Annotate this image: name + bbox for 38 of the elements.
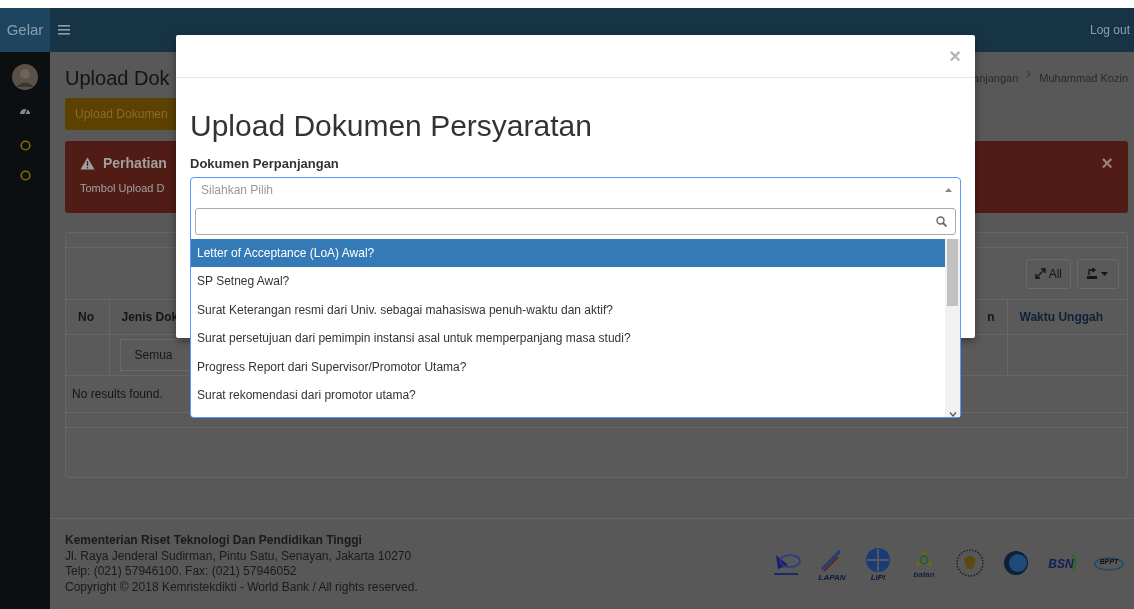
column-header[interactable]: Waktu Unggah bbox=[1007, 299, 1127, 335]
scrollbar[interactable] bbox=[945, 238, 960, 417]
search-icon bbox=[936, 215, 947, 227]
placeholder-text: Silahkan Pilih bbox=[201, 181, 274, 199]
dropdown-option[interactable]: Letter of Acceptance (LoA) Awal? bbox=[191, 238, 945, 267]
brand-title[interactable]: Gelar bbox=[0, 8, 50, 52]
export-icon bbox=[1086, 267, 1098, 280]
search-field[interactable] bbox=[195, 207, 956, 235]
dropdown-option[interactable]: Surat rekomendasi dari promotor utama? bbox=[191, 381, 945, 410]
field-label: Dokumen Perpanjangan bbox=[190, 155, 340, 173]
dropdown-option[interactable]: Surat Keterangan resmi dari Univ. sebagai mahasiswa penuh-waktu dan aktif? bbox=[191, 295, 945, 324]
scroll-down-icon[interactable] bbox=[948, 411, 957, 417]
footer-text: Telp: (021) 57946100. Fax: (021) 57946052 bbox=[65, 564, 298, 580]
caret-icon bbox=[1101, 271, 1108, 276]
alert-title: Perhatian bbox=[103, 154, 167, 173]
toggle-all-button[interactable]: All bbox=[1025, 258, 1071, 289]
alert-text: Tombol Upload D bbox=[80, 181, 166, 196]
select-field[interactable]: Silahkan Pilih bbox=[190, 176, 961, 203]
close-button[interactable]: × bbox=[949, 46, 961, 66]
chevron-icon bbox=[1026, 69, 1032, 78]
footer-text: Jl. Raya Jenderal Sudirman, Pintu Satu, Senayan, Jakarta 10270 bbox=[65, 548, 413, 564]
footer-text: Copyright © 2018 Kemristekdikti - World Bank / All rights reserved. bbox=[65, 579, 418, 595]
column-header: No bbox=[66, 299, 109, 335]
avatar-icon[interactable] bbox=[11, 63, 39, 91]
expand-icon bbox=[1034, 268, 1046, 279]
export-button[interactable] bbox=[1077, 258, 1119, 289]
page-title: Upload Dok bbox=[65, 66, 170, 90]
atom-logo: batan bbox=[910, 547, 940, 581]
close-button[interactable]: × bbox=[1101, 153, 1113, 173]
circle-icon[interactable] bbox=[19, 140, 31, 151]
logout-link[interactable]: Log out bbox=[1089, 21, 1130, 39]
menu-icon[interactable] bbox=[58, 25, 70, 35]
organization-name: Kementerian Riset Teknologi Dan Pendidikan Tinggi bbox=[65, 533, 363, 549]
circle-icon[interactable] bbox=[19, 170, 31, 181]
warning-icon bbox=[80, 157, 95, 170]
rocket-logo: LAPAN bbox=[818, 547, 848, 581]
wordmark-logo: BSN bbox=[1048, 547, 1078, 581]
dropdown-option[interactable]: SP Setneg Awal? bbox=[191, 267, 945, 296]
